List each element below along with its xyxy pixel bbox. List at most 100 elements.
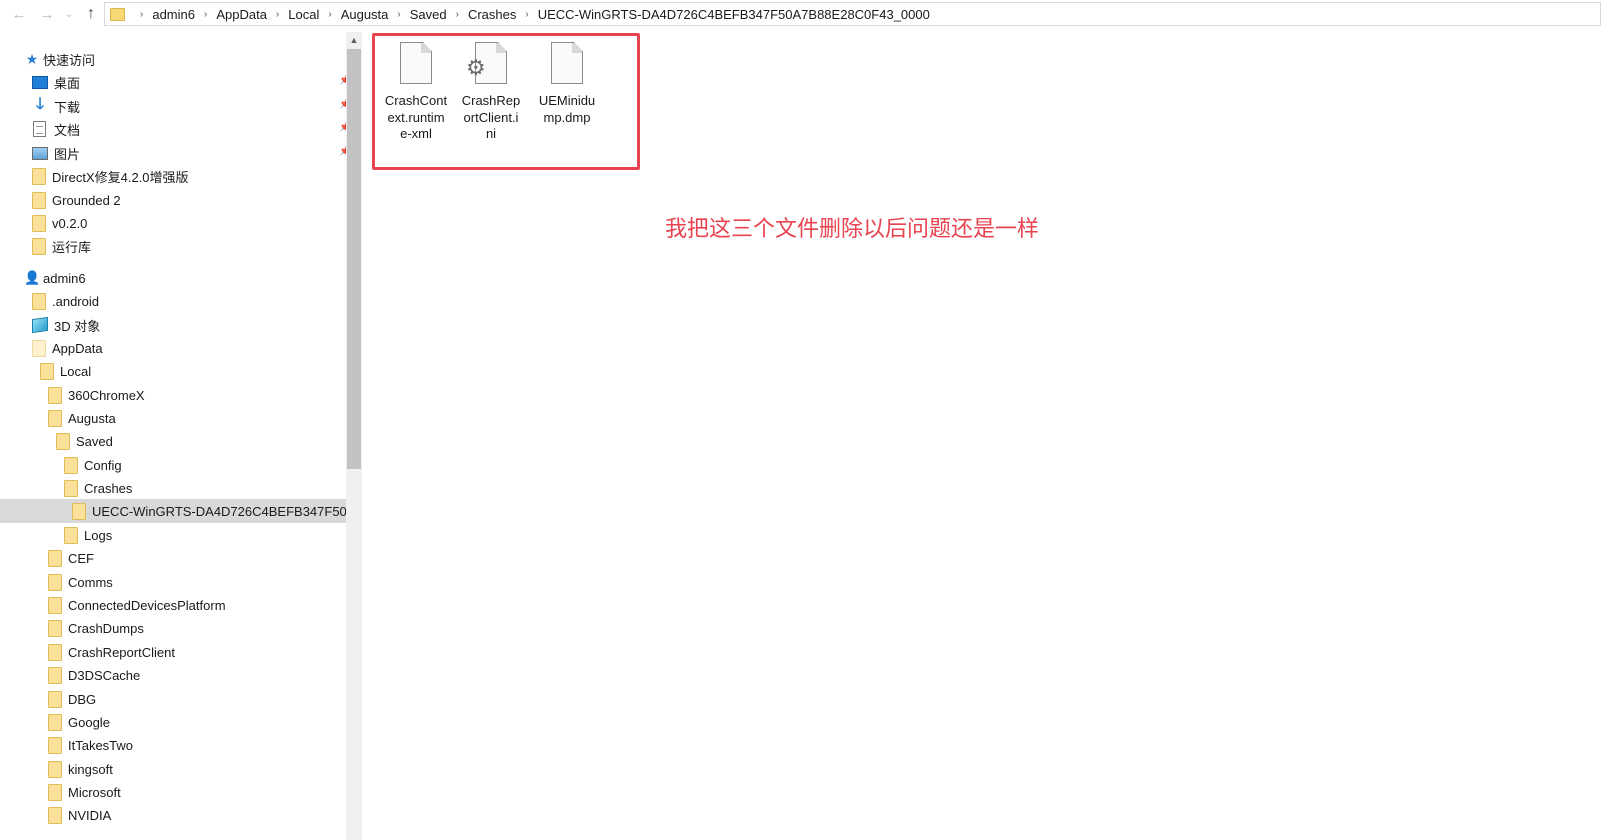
nav-item-folder[interactable]: 运行库	[0, 234, 355, 258]
nav-item-folder[interactable]: Google	[0, 710, 355, 734]
nav-item-label: admin6	[43, 270, 86, 286]
nav-item-folder[interactable]: kingsoft	[0, 757, 355, 781]
nav-pane-scrollbar[interactable]: ▲	[346, 32, 362, 840]
breadcrumb-item[interactable]: Augusta	[341, 7, 389, 22]
nav-item-folder[interactable]: CrashDumps	[0, 616, 355, 640]
nav-item-pictures[interactable]: 图片 📌	[0, 141, 355, 165]
chevron-right-icon[interactable]: ›	[456, 9, 459, 20]
nav-item-folder[interactable]: 360ChromeX	[0, 383, 355, 407]
scroll-up-arrow-icon[interactable]: ▲	[346, 32, 362, 49]
nav-item-folder[interactable]: Microsoft	[0, 780, 355, 804]
breadcrumb-item[interactable]: Crashes	[468, 7, 516, 22]
folder-icon	[32, 191, 46, 209]
nav-item-label: ItTakesTwo	[68, 737, 134, 753]
chevron-right-icon[interactable]: ›	[204, 9, 207, 20]
desktop-icon	[32, 75, 48, 89]
file-name-line: ni	[485, 126, 497, 141]
folder-icon	[48, 736, 62, 754]
nav-item-downloads[interactable]: 🡓 下载 📌	[0, 94, 355, 118]
folder-icon	[72, 502, 86, 520]
folder-icon	[48, 549, 62, 567]
nav-item-folder[interactable]: Augusta	[0, 406, 355, 430]
nav-item-label: Config	[84, 457, 122, 473]
recent-locations-chevron-icon[interactable]: ⌄	[62, 0, 76, 28]
folder-icon	[32, 339, 46, 357]
file-item[interactable]: ⚙ CrashRep ortClient.i ni	[456, 40, 526, 143]
nav-item-label: DBG	[68, 691, 97, 707]
nav-item-folder-selected[interactable]: UECC-WinGRTS-DA4D726C4BEFB347F50A7B8	[0, 499, 346, 523]
nav-item-label: NVIDIA	[68, 807, 112, 823]
nav-item-label: kingsoft	[68, 761, 113, 777]
folder-icon	[48, 386, 62, 404]
navigation-pane: ★ 快速访问 桌面 📌 🡓 下载 📌 文档 📌 图片 📌 DirectX修复4.…	[0, 32, 355, 840]
nav-item-folder[interactable]: Saved	[0, 429, 355, 453]
documents-icon	[33, 121, 46, 137]
breadcrumb-item[interactable]: admin6	[152, 7, 195, 22]
file-name-line: ortClient.i	[463, 109, 519, 125]
file-name-line: CrashCont	[384, 93, 448, 108]
nav-item-folder[interactable]: ItTakesTwo	[0, 733, 355, 757]
nav-item-label: AppData	[52, 340, 103, 356]
nav-item-desktop[interactable]: 桌面 📌	[0, 70, 355, 94]
nav-item-folder[interactable]: Local	[0, 359, 355, 383]
nav-item-folder[interactable]: Crashes	[0, 476, 355, 500]
folder-icon	[48, 713, 62, 731]
nav-item-label: Microsoft	[68, 784, 121, 800]
nav-item-folder[interactable]: Comms	[0, 570, 355, 594]
file-name-line: UEMinidu	[538, 93, 596, 108]
folder-icon	[32, 167, 46, 185]
chevron-right-icon[interactable]: ›	[328, 9, 331, 20]
nav-item-quick-access[interactable]: ★ 快速访问	[0, 47, 355, 71]
address-bar[interactable]: › admin6 › AppData › Local › Augusta › S…	[104, 2, 1601, 26]
nav-item-folder[interactable]: .android	[0, 289, 355, 313]
chevron-right-icon[interactable]: ›	[525, 9, 528, 20]
breadcrumb-item[interactable]: AppData	[216, 7, 267, 22]
scrollbar-thumb[interactable]	[347, 49, 361, 469]
nav-item-documents[interactable]: 文档 📌	[0, 117, 355, 141]
file-name: CrashRep ortClient.i ni	[456, 93, 526, 143]
nav-item-folder[interactable]: CEF	[0, 546, 355, 570]
nav-item-label: v0.2.0	[52, 215, 88, 231]
nav-item-label: 3D 对象	[54, 318, 101, 334]
nav-item-label: .android	[52, 293, 99, 309]
breadcrumb-item-current[interactable]: UECC-WinGRTS-DA4D726C4BEFB347F50A7B88E28…	[538, 7, 930, 22]
nav-item-label: 图片	[54, 146, 81, 162]
nav-item-folder[interactable]: DirectX修复4.2.0增强版	[0, 164, 355, 188]
nav-item-label: CrashDumps	[68, 620, 144, 636]
folder-icon	[48, 783, 62, 801]
nav-item-label: CrashReportClient	[68, 644, 175, 660]
nav-item-folder[interactable]: D3DSCache	[0, 663, 355, 687]
up-arrow-icon[interactable]: ↑	[80, 0, 102, 28]
chevron-right-icon[interactable]: ›	[276, 9, 279, 20]
breadcrumb-item[interactable]: Saved	[410, 7, 447, 22]
back-arrow-icon[interactable]: ←	[8, 0, 30, 28]
folder-icon	[32, 292, 46, 310]
folder-icon	[48, 760, 62, 778]
download-icon: 🡓	[35, 95, 45, 113]
file-item[interactable]: CrashCont ext.runtim e-xml	[381, 40, 451, 143]
nav-item-folder[interactable]: NVIDIA	[0, 803, 355, 827]
chevron-right-icon[interactable]: ›	[397, 9, 400, 20]
folder-icon	[64, 526, 78, 544]
nav-item-folder[interactable]: ConnectedDevicesPlatform	[0, 593, 355, 617]
folder-icon	[48, 806, 62, 824]
nav-item-label: Grounded 2	[52, 192, 121, 208]
file-item[interactable]: UEMinidu mp.dmp	[532, 40, 602, 126]
nav-item-folder[interactable]: Config	[0, 453, 355, 477]
file-name-line: mp.dmp	[543, 109, 591, 125]
folder-icon	[64, 479, 78, 497]
nav-item-folder[interactable]: AppData	[0, 336, 355, 360]
nav-item-folder[interactable]: DBG	[0, 687, 355, 711]
nav-item-folder[interactable]: Grounded 2	[0, 188, 355, 212]
breadcrumb-item[interactable]: Local	[288, 7, 319, 22]
nav-item-user[interactable]: 👤 admin6	[0, 266, 355, 290]
folder-icon	[48, 409, 62, 427]
file-name: CrashCont ext.runtim e-xml	[381, 93, 451, 143]
nav-item-folder[interactable]: CrashReportClient	[0, 640, 355, 664]
nav-item-folder[interactable]: v0.2.0	[0, 211, 355, 235]
forward-arrow-icon[interactable]: →	[36, 0, 58, 28]
nav-item-folder[interactable]: Logs	[0, 523, 355, 547]
nav-item-3d-objects[interactable]: 3D 对象	[0, 313, 355, 337]
file-icon	[551, 42, 583, 84]
user-icon: 👤	[24, 270, 41, 285]
